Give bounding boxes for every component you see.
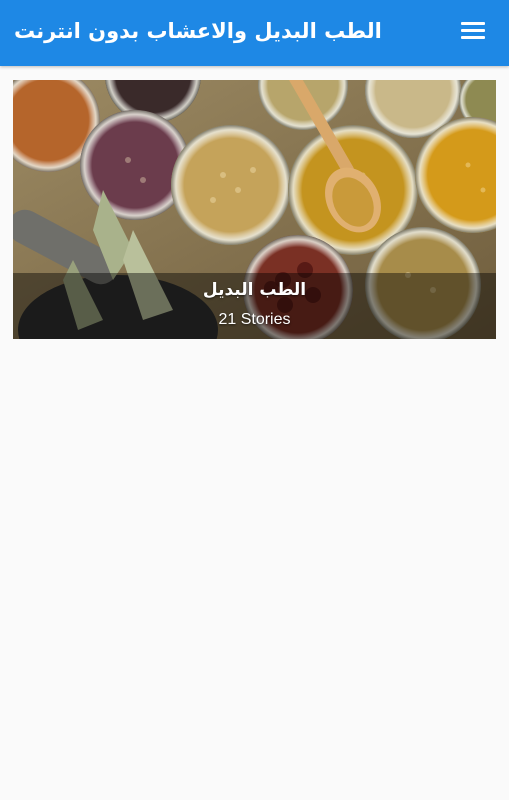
app-bar: الطب البديل والاعشاب بدون انترنت — [0, 0, 509, 66]
menu-icon-line — [461, 22, 485, 25]
card-story-count: 21 Stories — [218, 311, 291, 328]
app-title: الطب البديل والاعشاب بدون انترنت — [14, 19, 382, 43]
menu-icon-line — [461, 29, 485, 32]
card-title: الطب البديل — [202, 280, 307, 300]
menu-button[interactable] — [459, 18, 487, 44]
menu-icon-line — [461, 36, 485, 39]
category-card[interactable]: الطب البديل 21 Stories — [13, 80, 496, 339]
